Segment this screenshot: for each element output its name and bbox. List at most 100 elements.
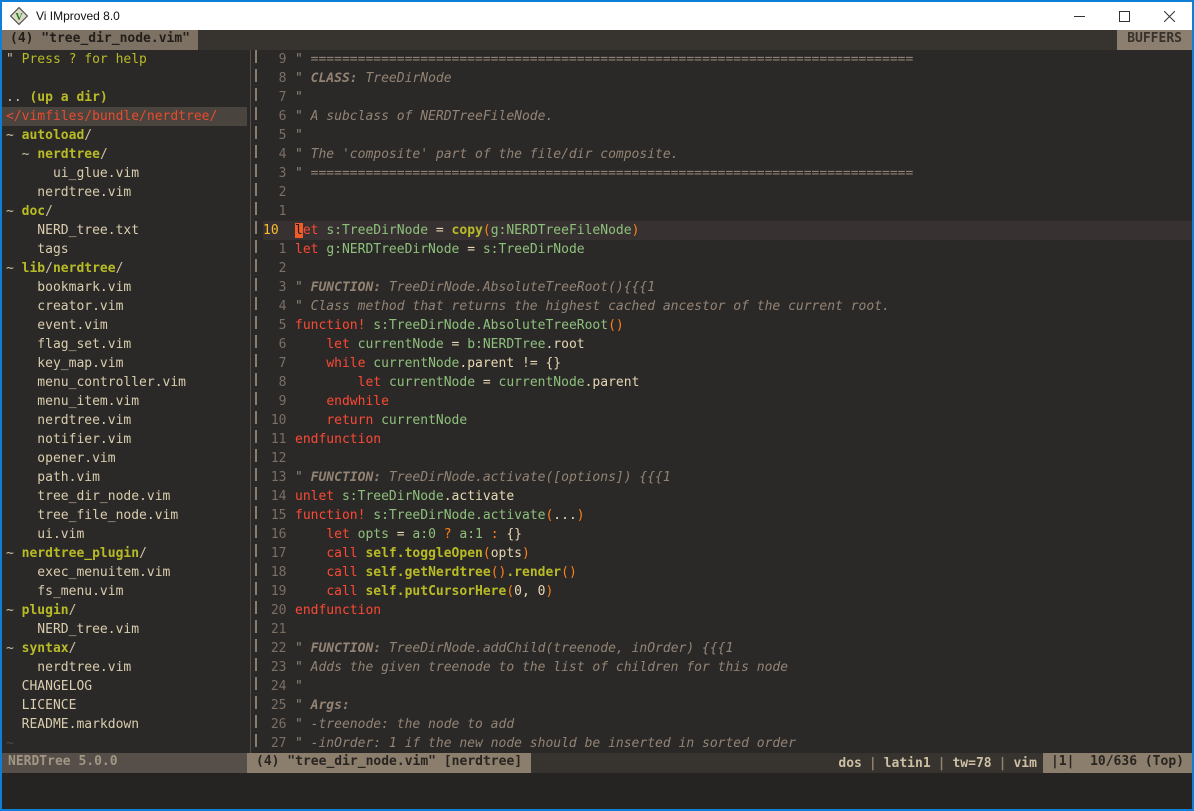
statusline-options: dos | latin1 | tw=78 | vim [838, 753, 1037, 773]
editor-line[interactable]: 12 [263, 449, 1192, 468]
nerdtree-line[interactable]: ~ nerdtree_plugin/ [6, 544, 247, 563]
nerdtree-line[interactable]: .. (up a dir) [6, 88, 247, 107]
nerdtree-line[interactable]: nerdtree.vim [6, 658, 247, 677]
nerdtree-line[interactable]: NERD_tree.txt [6, 221, 247, 240]
nerdtree-line[interactable]: nerdtree.vim [6, 183, 247, 202]
svg-text:V: V [15, 12, 23, 23]
nerdtree-line[interactable]: README.markdown [6, 715, 247, 734]
editor-line[interactable]: 8 let currentNode = currentNode.parent [263, 373, 1192, 392]
nerdtree-line[interactable]: menu_item.vim [6, 392, 247, 411]
nerdtree-line[interactable]: " Press ? for help [6, 50, 247, 69]
editor-line[interactable]: 15 function! s:TreeDirNode.activate(...) [263, 506, 1192, 525]
statusbar: NERDTree 5.0.0 (4) "tree_dir_node.vim" [… [2, 753, 1192, 773]
maximize-icon [1119, 11, 1130, 22]
editor-line[interactable]: 21 [263, 620, 1192, 639]
editor-line[interactable]: 24 " [263, 677, 1192, 696]
editor-line[interactable]: 6 let currentNode = b:NERDTree.root [263, 335, 1192, 354]
editor-line[interactable]: 19 call self.putCursorHere(0, 0) [263, 582, 1192, 601]
editor-line[interactable]: 23 " Adds the given treenode to the list… [263, 658, 1192, 677]
nerdtree-line[interactable]: opener.vim [6, 449, 247, 468]
nerdtree-line[interactable]: ~ [6, 734, 247, 753]
nerdtree-line[interactable]: ~ autoload/ [6, 126, 247, 145]
editor-line[interactable]: 1 let g:NERDTreeDirNode = s:TreeDirNode [263, 240, 1192, 259]
editor-line[interactable]: 3 " ====================================… [263, 164, 1192, 183]
buffers-label[interactable]: BUFFERS [1117, 30, 1192, 50]
nerdtree-line[interactable]: flag_set.vim [6, 335, 247, 354]
editor-buffer[interactable]: 9 " ====================================… [263, 50, 1192, 753]
window-title: Vi IMproved 8.0 [36, 9, 120, 23]
editor-line[interactable]: 16 let opts = a:0 ? a:1 : {} [263, 525, 1192, 544]
nerdtree-line[interactable]: exec_menuitem.vim [6, 563, 247, 582]
nerdtree-line[interactable]: tree_file_node.vim [6, 506, 247, 525]
editor-line[interactable]: 8 " CLASS: TreeDirNode [263, 69, 1192, 88]
line-number: 18 [263, 563, 295, 582]
nerdtree-line[interactable]: ~ lib/nerdtree/ [6, 259, 247, 278]
editor-line[interactable]: 4 " The 'composite' part of the file/dir… [263, 145, 1192, 164]
nerdtree-line[interactable]: event.vim [6, 316, 247, 335]
line-number: 13 [263, 468, 295, 487]
editor-line[interactable]: 1 [263, 202, 1192, 221]
line-number: 10 [263, 411, 295, 430]
editor-line[interactable]: 14 unlet s:TreeDirNode.activate [263, 487, 1192, 506]
nerdtree-line[interactable]: ui_glue.vim [6, 164, 247, 183]
nerdtree-line[interactable]: bookmark.vim [6, 278, 247, 297]
editor-line[interactable]: 7 " [263, 88, 1192, 107]
nerdtree-line[interactable]: fs_menu.vim [6, 582, 247, 601]
nerdtree-line[interactable]: creator.vim [6, 297, 247, 316]
nerdtree-line[interactable]: key_map.vim [6, 354, 247, 373]
line-number: 9 [263, 392, 295, 411]
maximize-button[interactable] [1102, 2, 1147, 30]
nerdtree-line[interactable]: ~ plugin/ [6, 601, 247, 620]
line-number: 7 [263, 88, 295, 107]
nerdtree-line[interactable]: tags [6, 240, 247, 259]
editor-line[interactable]: 9 " ====================================… [263, 50, 1192, 69]
nerdtree-sidebar[interactable]: " Press ? for help .. (up a dir)</vimfile… [2, 50, 247, 753]
nerdtree-line[interactable]: menu_controller.vim [6, 373, 247, 392]
line-number: 10 [263, 221, 295, 240]
line-number: 5 [263, 126, 295, 145]
line-number: 20 [263, 601, 295, 620]
nerdtree-line[interactable]: ~ nerdtree/ [6, 145, 247, 164]
minimize-button[interactable] [1057, 2, 1102, 30]
editor-line[interactable]: 13 " FUNCTION: TreeDirNode.activate([opt… [263, 468, 1192, 487]
close-button[interactable] [1147, 2, 1192, 30]
nerdtree-line[interactable]: NERD_tree.vim [6, 620, 247, 639]
editor-line[interactable]: 5 function! s:TreeDirNode.AbsoluteTreeRo… [263, 316, 1192, 335]
editor-line[interactable]: 6 " A subclass of NERDTreeFileNode. [263, 107, 1192, 126]
nerdtree-line[interactable]: CHANGELOG [6, 677, 247, 696]
nerdtree-line[interactable]: path.vim [6, 468, 247, 487]
editor-line[interactable]: 26 " -treenode: the node to add [263, 715, 1192, 734]
editor-line[interactable]: 2 [263, 259, 1192, 278]
nerdtree-root-path[interactable]: </vimfiles/bundle/nerdtree/ [2, 107, 247, 126]
nerdtree-line[interactable]: tree_dir_node.vim [6, 487, 247, 506]
editor-line[interactable]: 18 call self.getNerdtree().render() [263, 563, 1192, 582]
nerdtree-line[interactable]: ~ doc/ [6, 202, 247, 221]
nerdtree-line[interactable]: nerdtree.vim [6, 411, 247, 430]
editor-line[interactable]: 17 call self.toggleOpen(opts) [263, 544, 1192, 563]
nerdtree-line[interactable]: ~ syntax/ [6, 639, 247, 658]
nerdtree-line[interactable]: ui.vim [6, 525, 247, 544]
window-split-separator[interactable] [247, 50, 263, 753]
editor-line[interactable]: 5 " [263, 126, 1192, 145]
editor-line[interactable]: 2 [263, 183, 1192, 202]
line-number: 4 [263, 145, 295, 164]
editor-line[interactable]: 25 " Args: [263, 696, 1192, 715]
editor-cursor-line[interactable]: 10 let s:TreeDirNode = copy(g:NERDTreeFi… [263, 221, 1192, 240]
nerdtree-line[interactable] [6, 69, 247, 88]
editor-line[interactable]: 27 " -inOrder: 1 if the new node should … [263, 734, 1192, 753]
command-line[interactable] [2, 773, 1192, 809]
editor-line[interactable]: 4 " Class method that returns the highes… [263, 297, 1192, 316]
editor-line[interactable]: 10 return currentNode [263, 411, 1192, 430]
editor-line[interactable]: 20 endfunction [263, 601, 1192, 620]
nerdtree-line[interactable]: notifier.vim [6, 430, 247, 449]
editor-line[interactable]: 22 " FUNCTION: TreeDirNode.addChild(tree… [263, 639, 1192, 658]
statusline-encoding: latin1 [884, 756, 931, 771]
editor-line[interactable]: 11 endfunction [263, 430, 1192, 449]
tabline-fill [198, 30, 1117, 50]
tab-tree-dir-node[interactable]: (4) "tree_dir_node.vim" [2, 30, 198, 50]
editor-line[interactable]: 3 " FUNCTION: TreeDirNode.AbsoluteTreeRo… [263, 278, 1192, 297]
nerdtree-line[interactable]: LICENCE [6, 696, 247, 715]
editor-line[interactable]: 9 endwhile [263, 392, 1192, 411]
editor-line[interactable]: 7 while currentNode.parent != {} [263, 354, 1192, 373]
statusline-fileformat: dos [838, 756, 861, 771]
